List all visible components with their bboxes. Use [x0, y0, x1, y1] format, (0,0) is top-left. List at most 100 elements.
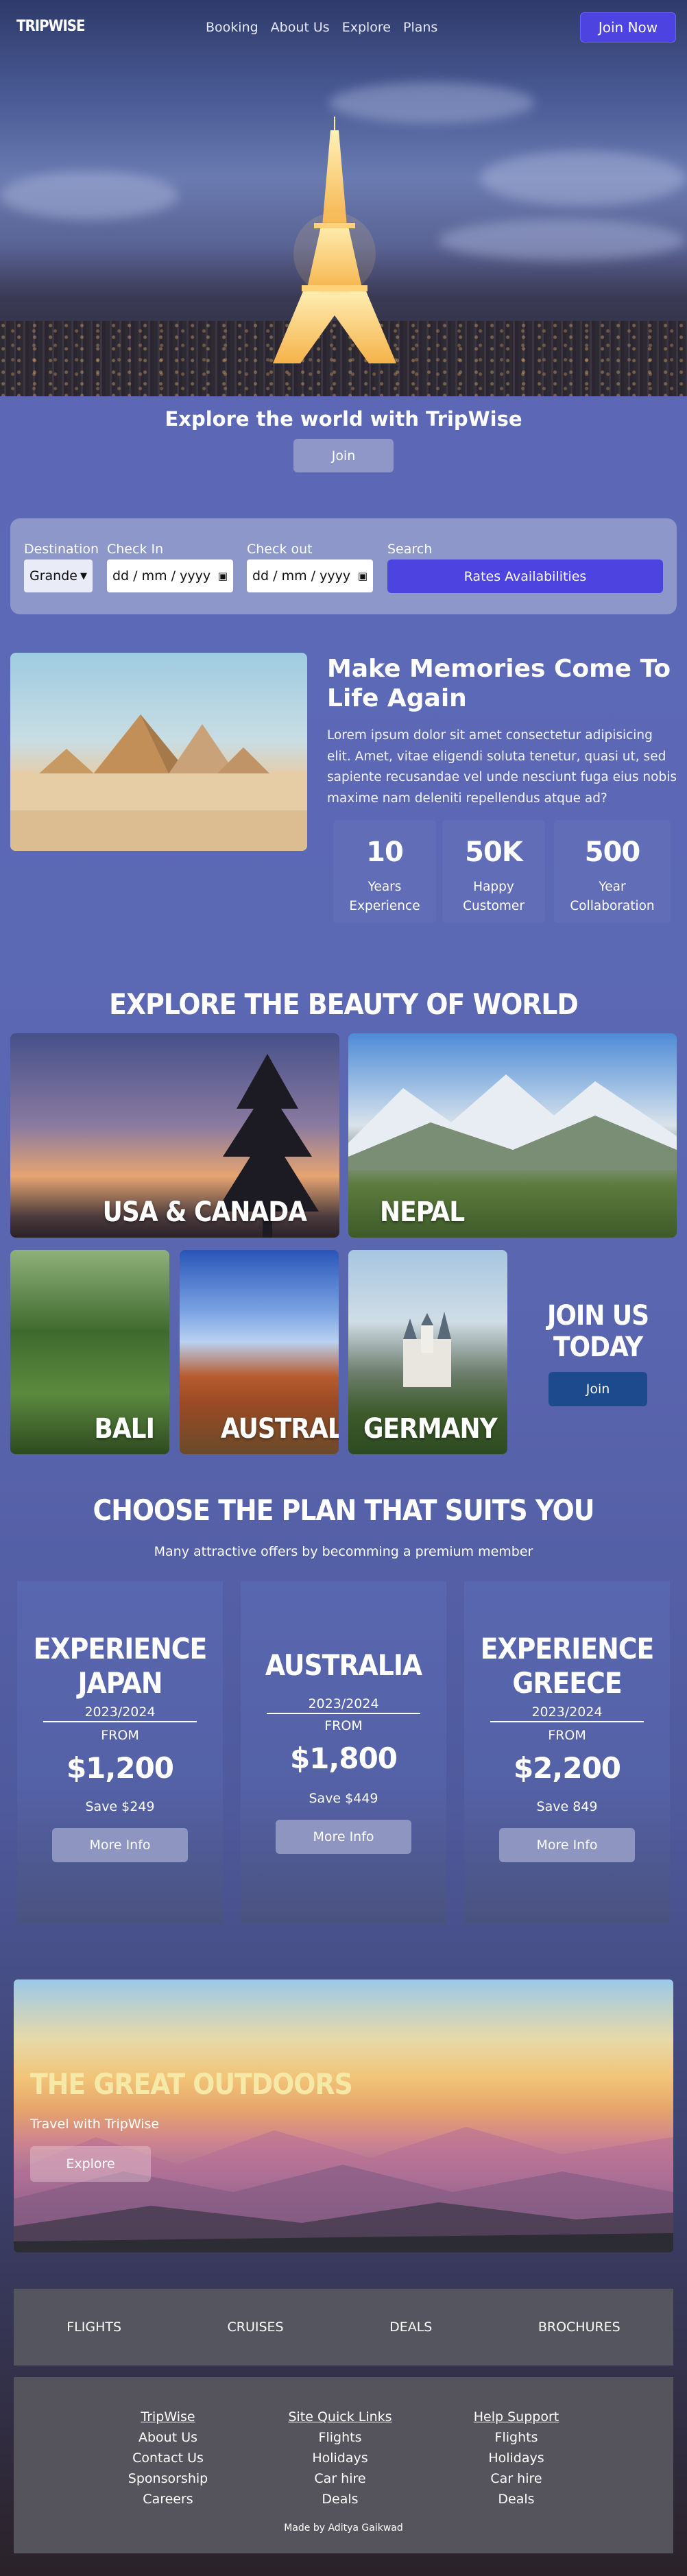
nav-menu: Booking About Us Explore Plans	[206, 20, 437, 35]
destination-card-australia[interactable]: AUSTRALIA	[180, 1250, 339, 1454]
plan-year: 2023/2024	[267, 1696, 420, 1714]
footer-link-deals[interactable]: DEALS	[389, 2320, 432, 2335]
plan-card-australia: AUSTRALIA 2023/2024 FROM $1,800 Save $44…	[241, 1581, 446, 1924]
plan-price: $1,800	[289, 1742, 398, 1775]
plan-year: 2023/2024	[490, 1705, 644, 1722]
stat-customers: 50K Happy Customer	[442, 820, 545, 923]
explore-button[interactable]: Explore	[30, 2146, 151, 2182]
calendar-icon: ▣	[217, 570, 228, 582]
outdoors-subtitle: Travel with TripWise	[30, 2117, 160, 2132]
checkin-input[interactable]: dd / mm / yyyy ▣	[107, 559, 233, 592]
top-nav: TRIPWISE Booking About Us Explore Plans …	[0, 0, 687, 55]
destination-card-usa[interactable]: USA & CANADA	[10, 1033, 339, 1238]
footer-link[interactable]: Flights	[285, 2427, 395, 2448]
destination-name: BALI	[94, 1413, 155, 1445]
plan-save: Save $449	[309, 1791, 378, 1806]
stat-label: Collaboration	[570, 898, 655, 913]
stat-label: Customer	[463, 898, 525, 913]
logo[interactable]: TRIPWISE	[16, 18, 86, 35]
stat-collaboration: 500 Year Collaboration	[554, 820, 671, 923]
join-now-button[interactable]: Join Now	[580, 12, 676, 43]
footer-link[interactable]: Holidays	[285, 2448, 395, 2468]
plan-title-line2: GREECE	[512, 1666, 622, 1700]
nav-link-about[interactable]: About Us	[271, 20, 330, 35]
hero-join-button[interactable]: Join	[293, 439, 394, 472]
hero-image	[0, 0, 687, 396]
plan-price: $2,200	[513, 1751, 621, 1785]
destination-name: GERMANY	[363, 1413, 498, 1445]
plan-from: FROM	[101, 1728, 139, 1743]
footer-column-quick-links: Site Quick Links Flights Holidays Car hi…	[285, 2407, 395, 2509]
footer-credit: Made by Aditya Gaikwad	[284, 2523, 403, 2533]
plans-subtitle: Many attractive offers by becomming a pr…	[154, 1544, 533, 1559]
more-info-button[interactable]: More Info	[499, 1828, 635, 1862]
hero-title: Explore the world with TripWise	[165, 407, 522, 431]
nav-link-plans[interactable]: Plans	[403, 20, 437, 35]
plan-title-line1: EXPERIENCE	[33, 1632, 208, 1665]
more-info-button[interactable]: More Info	[276, 1820, 411, 1854]
footer-column-help: Help Support Flights Holidays Car hire D…	[468, 2407, 564, 2509]
plan-title-line1: AUSTRALIA	[265, 1648, 422, 1682]
plans-title: CHOOSE THE PLAN THAT SUITS YOU	[93, 1493, 595, 1527]
plan-card-greece: EXPERIENCE GREECE 2023/2024 FROM $2,200 …	[464, 1581, 670, 1924]
footer-link[interactable]: Holidays	[468, 2448, 564, 2468]
checkin-label: Check In	[107, 542, 164, 557]
footer-link[interactable]: Sponsorship	[127, 2468, 209, 2489]
stat-years: 10 Years Experience	[333, 820, 436, 923]
footer-column-tripwise: TripWise About Us Contact Us Sponsorship…	[127, 2407, 209, 2509]
footer-link[interactable]: Car hire	[468, 2468, 564, 2489]
footer-link[interactable]: Deals	[285, 2489, 395, 2509]
footer-link[interactable]: Careers	[127, 2489, 209, 2509]
explore-title: EXPLORE THE BEAUTY OF WORLD	[109, 987, 579, 1021]
destination-select[interactable]: Grande ▼	[24, 559, 93, 592]
footer-link-flights[interactable]: FLIGHTS	[67, 2320, 121, 2335]
checkout-label: Check out	[247, 542, 313, 557]
stat-number: 500	[584, 836, 641, 868]
plan-price: $1,200	[66, 1751, 174, 1785]
eiffel-tower-icon	[273, 117, 396, 363]
destination-name: USA & CANADA	[102, 1196, 307, 1228]
footer-link[interactable]: Car hire	[285, 2468, 395, 2489]
destination-card-germany[interactable]: GERMANY	[348, 1250, 507, 1454]
checkout-input[interactable]: dd / mm / yyyy ▣	[247, 559, 373, 592]
footer-column-heading[interactable]: Site Quick Links	[285, 2407, 395, 2427]
nav-link-booking[interactable]: Booking	[206, 20, 258, 35]
plan-title-line1: EXPERIENCE	[480, 1632, 655, 1665]
checkout-placeholder: dd / mm / yyyy	[252, 568, 351, 583]
plan-save: Save 849	[536, 1799, 598, 1814]
footer-link[interactable]: Contact Us	[127, 2448, 209, 2468]
join-us-today-title: JOIN US TODAY	[546, 1300, 649, 1363]
stat-number: 10	[366, 836, 404, 868]
plan-title-line2: JAPAN	[77, 1666, 163, 1700]
plan-from: FROM	[324, 1718, 363, 1733]
more-info-button[interactable]: More Info	[52, 1828, 188, 1862]
stat-label: Experience	[349, 898, 420, 913]
footer-link[interactable]: Deals	[468, 2489, 564, 2509]
destination-label: Destination	[24, 542, 99, 557]
destination-card-bali[interactable]: BALI	[10, 1250, 169, 1454]
outdoors-title: THE GREAT OUTDOORS	[30, 2067, 353, 2101]
stat-label: Happy	[473, 880, 514, 894]
stat-number: 50K	[465, 836, 523, 868]
pyramids-image	[10, 653, 307, 851]
footer-link[interactable]: Flights	[468, 2427, 564, 2448]
footer-column-heading[interactable]: TripWise	[127, 2407, 209, 2427]
footer-category-bar: FLIGHTS CRUISES DEALS BROCHURES	[14, 2289, 673, 2366]
footer-link-cruises[interactable]: CRUISES	[228, 2320, 284, 2335]
join-us-button[interactable]: Join	[549, 1372, 647, 1406]
stat-label: Years	[367, 880, 402, 894]
chevron-down-icon: ▼	[80, 570, 87, 581]
memories-title: Make Memories Come To Life Again	[327, 655, 671, 713]
calendar-icon: ▣	[357, 570, 367, 582]
footer-column-heading[interactable]: Help Support	[468, 2407, 564, 2427]
destination-card-nepal[interactable]: NEPAL	[348, 1033, 677, 1238]
footer-link[interactable]: About Us	[127, 2427, 209, 2448]
nav-link-explore[interactable]: Explore	[342, 20, 391, 35]
footer-link-brochures[interactable]: BROCHURES	[538, 2320, 620, 2335]
plan-year: 2023/2024	[43, 1705, 197, 1722]
destination-value: Grande	[29, 568, 77, 583]
destination-name: AUSTRALIA	[221, 1413, 339, 1445]
plan-from: FROM	[548, 1728, 586, 1743]
checkin-placeholder: dd / mm / yyyy	[112, 568, 211, 583]
rates-availabilities-button[interactable]: Rates Availabilities	[387, 559, 663, 593]
